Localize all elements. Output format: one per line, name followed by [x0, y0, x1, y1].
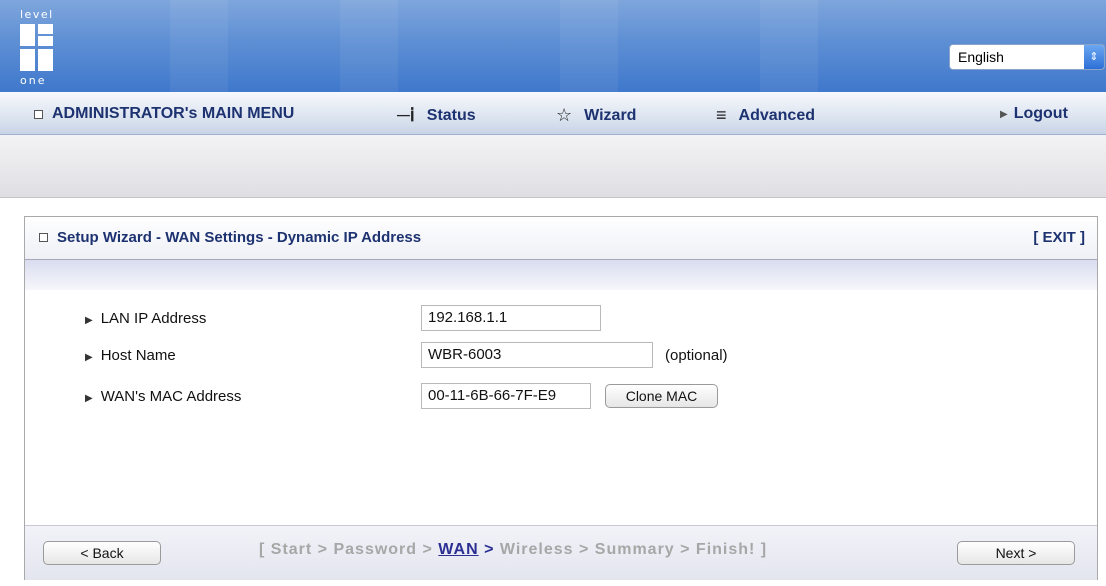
chevron-updown-icon: ⇕ [1084, 45, 1104, 69]
panel-header: Setup Wizard - WAN Settings - Dynamic IP… [25, 217, 1097, 260]
logout-label: Logout [1013, 105, 1068, 122]
step-summary: Summary [594, 541, 675, 558]
triangle-right-icon: ▶ [85, 352, 93, 363]
step-start: Start [270, 541, 313, 558]
step-password: Password [333, 541, 418, 558]
wizard-icon: ☆ [556, 105, 573, 125]
host-name-field[interactable]: WBR-6003 [421, 342, 653, 368]
lan-ip-label: ▶ LAN IP Address [85, 310, 207, 327]
steps-close: ] [755, 541, 768, 558]
step-wireless: Wireless [499, 541, 574, 558]
logo-text-bottom: one [20, 74, 47, 87]
main-menu-title: ADMINISTRATOR's MAIN MENU [34, 105, 294, 123]
advanced-icon: ≡ [716, 105, 727, 125]
triangle-right-icon: ▶ [85, 315, 93, 326]
back-button[interactable]: < Back [43, 541, 161, 565]
banner-decoration [170, 0, 228, 92]
host-name-label: ▶ Host Name [85, 347, 176, 364]
menu-wizard-label: Wizard [584, 106, 637, 124]
logout-link[interactable]: ▶ Logout [1000, 105, 1068, 123]
logo-text-top: level [20, 8, 54, 21]
square-bullet-icon [39, 233, 48, 242]
menu-advanced[interactable]: ≡ Advanced [716, 105, 815, 126]
banner-decoration [340, 0, 398, 92]
language-select[interactable]: English ⇕ [949, 44, 1105, 70]
wan-mac-row: ▶ WAN's MAC Address 00-11-6B-66-7F-E9 Clo… [25, 383, 1097, 409]
banner-decoration [560, 0, 618, 92]
triangle-right-icon: ▶ [85, 393, 93, 404]
square-bullet-icon [34, 109, 43, 119]
status-icon: ─𝗂 [397, 105, 415, 125]
sub-menu-bar [0, 135, 1106, 198]
step-finish: Finish! [695, 541, 756, 558]
panel-band [25, 260, 1097, 290]
levelone-logo: level one [18, 8, 72, 90]
banner-decoration [760, 0, 818, 92]
main-menu-label: ADMINISTRATOR's MAIN MENU [52, 105, 295, 122]
wan-mac-label: ▶ WAN's MAC Address [85, 388, 242, 405]
menu-status[interactable]: ─𝗂 Status [397, 105, 476, 126]
wizard-steps: [ Start > Password > WAN > Wireless > Su… [259, 541, 768, 558]
exit-link[interactable]: [ EXIT ] [1033, 229, 1085, 246]
lan-ip-field[interactable]: 192.168.1.1 [421, 305, 601, 331]
menu-status-label: Status [426, 106, 476, 124]
panel-title-text: Setup Wizard - WAN Settings - Dynamic IP… [57, 229, 422, 246]
clone-mac-button[interactable]: Clone MAC [605, 384, 718, 408]
menu-wizard[interactable]: ☆ Wizard [556, 105, 636, 126]
wizard-panel: Setup Wizard - WAN Settings - Dynamic IP… [24, 216, 1098, 580]
next-button[interactable]: Next > [957, 541, 1075, 565]
lan-ip-row: ▶ LAN IP Address 192.168.1.1 [25, 305, 1097, 331]
triangle-right-icon: ▶ [1000, 108, 1008, 120]
host-name-row: ▶ Host Name WBR-6003 (optional) [25, 342, 1097, 368]
panel-footer: < Back [ Start > Password > WAN > Wirele… [25, 525, 1097, 580]
panel-title: Setup Wizard - WAN Settings - Dynamic IP… [39, 229, 421, 246]
main-menu-bar: ADMINISTRATOR's MAIN MENU ─𝗂 Status ☆ Wi… [0, 92, 1106, 135]
menu-advanced-label: Advanced [738, 106, 815, 124]
wan-mac-field[interactable]: 00-11-6B-66-7F-E9 [421, 383, 591, 409]
steps-open: [ [259, 541, 271, 558]
step-wan-current[interactable]: WAN [438, 541, 478, 558]
top-banner: level one English ⇕ [0, 0, 1106, 92]
language-select-value: English [958, 49, 1004, 65]
optional-note: (optional) [665, 347, 728, 364]
